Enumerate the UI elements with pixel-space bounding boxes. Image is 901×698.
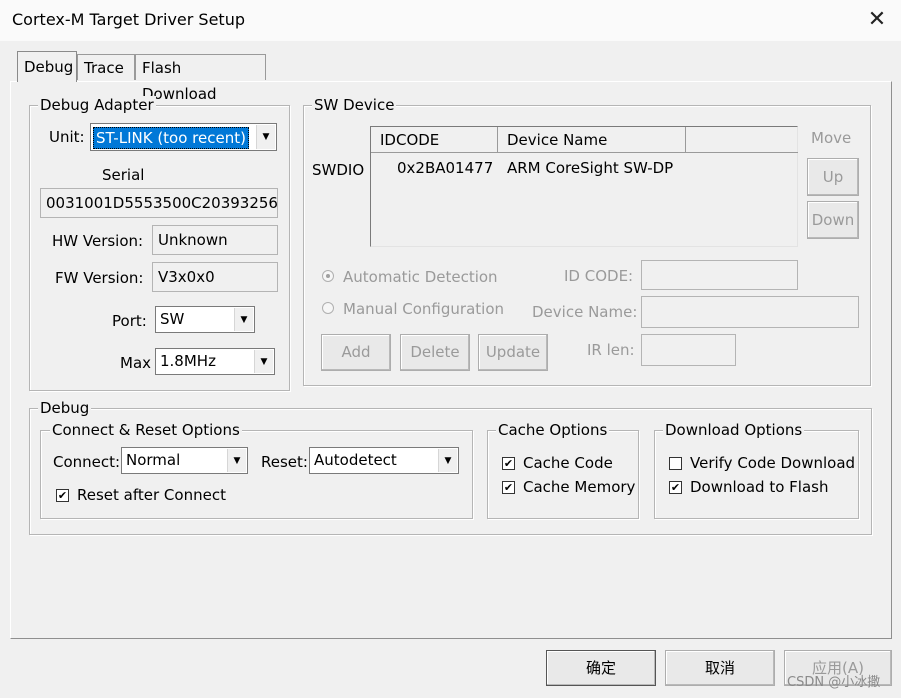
close-icon[interactable]: ✕ <box>862 6 892 34</box>
download-to-flash-label: Download to Flash <box>690 478 829 496</box>
reset-after-connect-label: Reset after Connect <box>77 486 226 504</box>
tab-debug-label: Debug <box>24 58 74 76</box>
tab-trace-label: Trace <box>84 59 124 77</box>
move-up-button[interactable]: Up <box>807 158 859 196</box>
ok-button[interactable]: 确定 <box>546 650 656 686</box>
sw-device-legend: SW Device <box>312 96 397 114</box>
chevron-down-icon[interactable]: ▼ <box>256 125 275 149</box>
fw-version-label: FW Version: <box>55 269 144 287</box>
device-name-label: Device Name: <box>532 303 638 321</box>
connect-select[interactable]: Normal ▼ <box>121 447 248 474</box>
watermark: CSDN @小冰撒 <box>787 675 881 690</box>
reset-select-value: Autodetect <box>314 451 397 469</box>
connect-reset-group <box>40 430 473 519</box>
column-header-device-name[interactable]: Device Name <box>498 127 686 153</box>
device-row-name[interactable]: ARM CoreSight SW-DP <box>507 159 673 177</box>
auto-detect-label: Automatic Detection <box>343 268 498 286</box>
unit-select-value: ST-LINK (too recent) <box>93 127 249 149</box>
ir-len-label: IR len: <box>587 341 635 359</box>
reset-select[interactable]: Autodetect ▼ <box>309 447 459 474</box>
delete-button[interactable]: Delete <box>400 334 470 371</box>
move-label: Move <box>811 129 852 147</box>
debug-adapter-legend: Debug Adapter <box>38 96 156 114</box>
unit-label: Unit: <box>49 128 85 146</box>
max-clock-value: 1.8MHz <box>160 352 216 370</box>
hw-version-field: Unknown <box>152 225 278 255</box>
max-clock-select[interactable]: 1.8MHz ▼ <box>155 348 275 375</box>
column-header-empty <box>686 127 798 153</box>
download-options-legend: Download Options <box>663 421 805 439</box>
cache-code-checkbox[interactable]: ✔ <box>502 457 515 470</box>
port-label: Port: <box>112 312 147 330</box>
serial-field: 0031001D5553500C20393256 <box>40 188 278 218</box>
chevron-down-icon[interactable]: ▼ <box>227 449 246 472</box>
sw-device-list[interactable]: IDCODE Device Name 0x2BA01477 ARM CoreSi… <box>370 126 798 247</box>
radio-selected-dot <box>326 274 330 278</box>
port-select[interactable]: SW ▼ <box>155 306 255 333</box>
max-label: Max <box>120 354 152 372</box>
cache-memory-checkbox[interactable]: ✔ <box>502 481 515 494</box>
chevron-down-icon[interactable]: ▼ <box>254 350 273 373</box>
tab-trace[interactable]: Trace <box>77 54 135 80</box>
cache-memory-label: Cache Memory <box>523 478 636 496</box>
hw-version-label: HW Version: <box>52 232 144 250</box>
cache-options-legend: Cache Options <box>496 421 610 439</box>
verify-code-download-label: Verify Code Download <box>690 454 856 472</box>
fw-version-field: V3x0x0 <box>152 262 278 292</box>
chevron-down-icon[interactable]: ▼ <box>234 308 253 331</box>
swdio-label: SWDIO <box>312 161 365 179</box>
tab-debug[interactable]: Debug <box>17 51 77 82</box>
column-header-idcode[interactable]: IDCODE <box>371 127 498 153</box>
serial-label: Serial <box>102 166 145 184</box>
download-to-flash-checkbox[interactable]: ✔ <box>669 481 682 494</box>
unit-select[interactable]: ST-LINK (too recent) ▼ <box>90 123 277 151</box>
chevron-down-icon[interactable]: ▼ <box>438 449 457 472</box>
move-down-button[interactable]: Down <box>807 201 859 239</box>
reset-after-connect-checkbox[interactable]: ✔ <box>56 489 69 502</box>
id-code-label: ID CODE: <box>564 267 634 285</box>
reset-label: Reset: <box>261 453 308 471</box>
manual-config-label: Manual Configuration <box>343 300 505 318</box>
tab-flash-download[interactable]: Flash Download <box>135 54 266 103</box>
connect-label: Connect: <box>53 453 121 471</box>
connect-select-value: Normal <box>126 451 181 469</box>
cache-code-label: Cache Code <box>523 454 613 472</box>
verify-code-download-checkbox[interactable] <box>669 457 682 470</box>
add-button[interactable]: Add <box>321 334 391 371</box>
device-name-field[interactable] <box>641 296 859 328</box>
port-select-value: SW <box>160 310 185 328</box>
download-options-group <box>654 430 859 519</box>
manual-config-radio[interactable] <box>322 302 334 314</box>
device-row-idcode[interactable]: 0x2BA01477 <box>397 159 493 177</box>
debug-legend: Debug <box>38 399 92 417</box>
ir-len-field[interactable] <box>641 334 736 366</box>
auto-detect-radio[interactable] <box>322 270 334 282</box>
connect-reset-legend: Connect & Reset Options <box>50 421 242 439</box>
update-button[interactable]: Update <box>478 334 548 371</box>
cancel-button[interactable]: 取消 <box>665 650 775 686</box>
cache-options-group <box>487 430 639 519</box>
window-title: Cortex-M Target Driver Setup <box>12 10 245 29</box>
id-code-field[interactable] <box>641 260 798 290</box>
